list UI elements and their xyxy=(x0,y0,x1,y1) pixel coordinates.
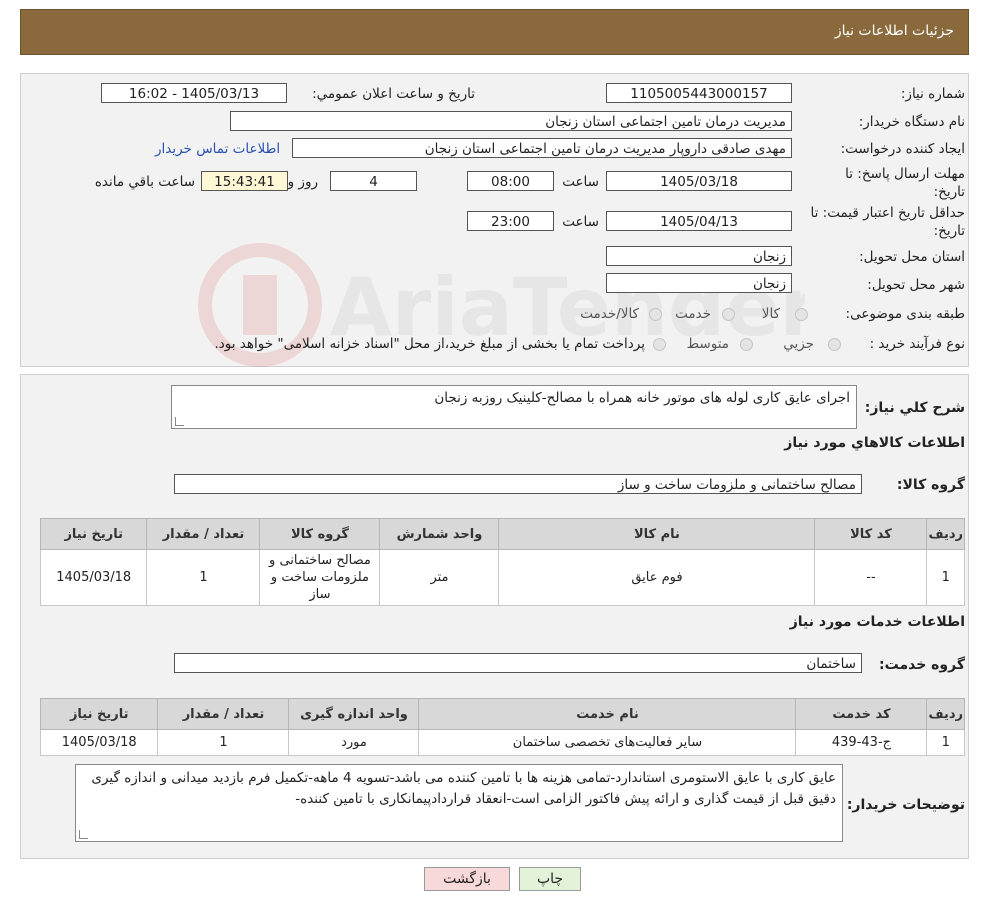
buyer-org-label: نام دستگاه خريدار: xyxy=(858,114,965,130)
services-group-field: ساختمان xyxy=(174,653,862,673)
buyer-notes-label: توضيحات خريدار: xyxy=(846,797,965,813)
need-number-label: شماره نیاز: xyxy=(900,86,965,102)
print-button[interactable]: چاپ xyxy=(519,867,581,891)
description-label: شرح کلي نياز: xyxy=(864,400,965,416)
deadline-time-label: ساعت xyxy=(562,174,599,190)
resize-handle-icon[interactable] xyxy=(175,417,184,426)
resize-handle-icon[interactable] xyxy=(79,830,88,839)
validity-time-field: 23:00 xyxy=(467,211,554,231)
goods-col-qty: تعداد / مقدار xyxy=(146,518,261,550)
services-cell-date: 1405/03/18 xyxy=(39,729,159,756)
city-field: زنجان xyxy=(606,273,792,293)
services-group-label: گروه خدمت: xyxy=(879,657,965,673)
services-col-qty: تعداد / مقدار xyxy=(157,698,290,730)
goods-col-date: تاريخ نياز xyxy=(39,518,148,550)
goods-col-row: رديف xyxy=(926,518,965,550)
goods-cell-group: مصالح ساختمانی و ملزومات ساخت و ساز xyxy=(259,549,381,606)
goods-cell-code: -- xyxy=(814,549,928,606)
services-cell-unit: مورد xyxy=(288,729,420,756)
remaining-time-field: 15:43:41 xyxy=(201,171,288,191)
buyer-notes-textarea[interactable]: عایق کاری با عایق الاستومری استاندارد-تم… xyxy=(75,764,843,842)
category-radio-service[interactable] xyxy=(722,308,735,321)
category-option-goods-service: کالا/خدمت xyxy=(580,306,639,322)
creator-field: مهدی صادقی داروپار مديريت درمان تامين اج… xyxy=(292,138,792,158)
process-label: نوع فرآيند خريد : xyxy=(869,336,965,352)
goods-col-group: گروه کالا xyxy=(259,518,381,550)
services-cell-name: ساير فعاليت‌های تخصصی ساختمان xyxy=(418,729,797,756)
services-col-row: رديف xyxy=(926,698,965,730)
category-option-service: خدمت xyxy=(675,306,711,322)
table-row: 1 ج-43-439 ساير فعاليت‌های تخصصی ساختمان… xyxy=(39,729,965,756)
page-title: جزئیات اطلاعات نیاز xyxy=(834,23,954,39)
services-table-header: رديف کد خدمت نام خدمت واحد اندازه گيری ت… xyxy=(39,698,965,730)
services-col-name: نام خدمت xyxy=(418,698,797,730)
goods-group-label: گروه کالا: xyxy=(896,477,965,493)
services-col-code: کد خدمت xyxy=(795,698,928,730)
table-row: 1 -- فوم عایق متر مصالح ساختمانی و ملزوم… xyxy=(39,549,965,606)
province-label: استان محل تحويل: xyxy=(859,249,965,265)
buyer-org-field: مديريت درمان تامين اجتماعی استان زنجان xyxy=(230,111,792,131)
need-number-field: 1105005443000157 xyxy=(606,83,792,103)
goods-table: رديف کد کالا نام کالا واحد شمارش گروه کا… xyxy=(39,518,965,606)
validity-date-field: 1405/04/13 xyxy=(606,211,792,231)
validity-label-date: تاريخ: xyxy=(933,223,965,239)
deadline-label: مهلت ارسال پاسخ: تا xyxy=(845,166,965,182)
process-radio-treasury[interactable] xyxy=(653,338,666,351)
services-table: رديف کد خدمت نام خدمت واحد اندازه گيری ت… xyxy=(39,698,965,756)
goods-col-name: نام کالا xyxy=(498,518,816,550)
services-cell-row: 1 xyxy=(926,729,965,756)
validity-time-label: ساعت xyxy=(562,214,599,230)
services-cell-code: ج-43-439 xyxy=(795,729,928,756)
goods-col-code: کد کالا xyxy=(814,518,928,550)
goods-cell-row: 1 xyxy=(926,549,965,606)
goods-group-field: مصالح ساختمانی و ملزومات ساخت و ساز xyxy=(174,474,862,494)
process-option-medium: متوسط xyxy=(686,336,729,352)
announce-label: تاريخ و ساعت اعلان عمومي: xyxy=(312,86,475,102)
category-option-goods: کالا xyxy=(761,306,780,322)
city-label: شهر محل تحويل: xyxy=(867,277,965,293)
province-field: زنجان xyxy=(606,246,792,266)
process-option-minor: جزيي xyxy=(783,336,814,352)
goods-cell-name: فوم عایق xyxy=(498,549,816,606)
days-field: 4 xyxy=(330,171,417,191)
page-header: جزئیات اطلاعات نیاز xyxy=(20,9,969,55)
process-radio-minor[interactable] xyxy=(828,338,841,351)
goods-cell-qty: 1 xyxy=(146,549,261,606)
goods-col-unit: واحد شمارش xyxy=(379,518,500,550)
deadline-time-field: 08:00 xyxy=(467,171,554,191)
description-text: اجرای عايق کاری لوله های موتور خانه همرا… xyxy=(434,390,850,406)
back-button[interactable]: بازگشت xyxy=(424,867,510,891)
validity-label: حداقل تاريخ اعتبار قيمت: تا xyxy=(810,205,965,221)
category-radio-goods-service[interactable] xyxy=(649,308,662,321)
goods-section-title: اطلاعات کالاهاي مورد نياز xyxy=(784,435,965,451)
deadline-date-field: 1405/03/18 xyxy=(606,171,792,191)
services-cell-qty: 1 xyxy=(157,729,290,756)
goods-table-header: رديف کد کالا نام کالا واحد شمارش گروه کا… xyxy=(39,518,965,550)
goods-cell-unit: متر xyxy=(379,549,500,606)
category-radio-goods[interactable] xyxy=(795,308,808,321)
description-textarea[interactable]: اجرای عايق کاری لوله های موتور خانه همرا… xyxy=(171,385,857,429)
remaining-label: ساعت باقي مانده xyxy=(94,174,195,190)
services-section-title: اطلاعات خدمات مورد نياز xyxy=(789,614,965,630)
announce-field: 1405/03/13 - 16:02 xyxy=(101,83,287,103)
deadline-label-date: تاريخ: xyxy=(933,184,965,200)
process-note: پرداخت تمام يا بخشی از مبلغ خريد،از محل … xyxy=(214,336,645,352)
days-label: روز و xyxy=(287,174,318,190)
process-radio-medium[interactable] xyxy=(740,338,753,351)
buyer-contact-link[interactable]: اطلاعات تماس خريدار xyxy=(155,141,280,157)
category-label: طبقه بندی موضوعی: xyxy=(845,306,965,322)
goods-cell-date: 1405/03/18 xyxy=(39,549,148,606)
creator-label: ايجاد کننده درخواست: xyxy=(840,141,965,157)
buyer-notes-text: عایق کاری با عایق الاستومری استاندارد-تم… xyxy=(91,770,836,807)
services-col-date: تاريخ نياز xyxy=(39,698,159,730)
services-col-unit: واحد اندازه گيری xyxy=(288,698,420,730)
